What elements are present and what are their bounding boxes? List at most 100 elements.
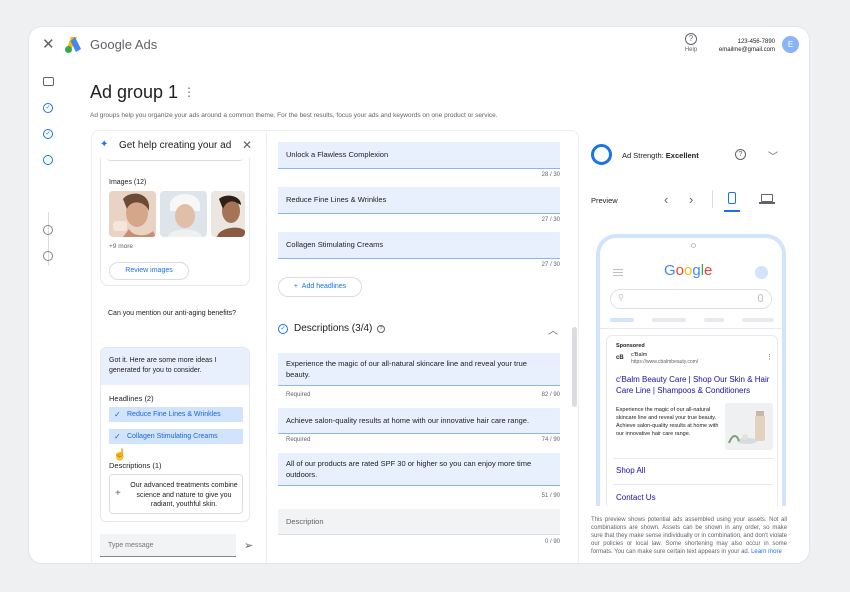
- rail-step-complete-2[interactable]: ✓: [43, 129, 55, 141]
- check-icon: ✓: [114, 410, 121, 419]
- more-vert-icon[interactable]: ⋮: [183, 85, 195, 99]
- ad-strength-ring: [591, 144, 612, 165]
- scrollbar[interactable]: [572, 327, 577, 407]
- google-logo-text: Google: [664, 262, 713, 279]
- rail-step-5[interactable]: [43, 251, 55, 263]
- rail-step-4[interactable]: [43, 225, 55, 237]
- brand-name: Google Ads: [90, 37, 158, 52]
- page-title: Ad group 1: [90, 82, 179, 102]
- chip-label: Reduce Fine Lines & Wrinkles: [127, 411, 221, 418]
- ad-strength-label: Ad Strength:: [622, 151, 664, 160]
- ad-strength-value: Excellent: [665, 151, 699, 160]
- add-headlines-button[interactable]: + Add headlines: [278, 277, 362, 297]
- camera-icon: [691, 243, 696, 248]
- avatar[interactable]: E: [782, 36, 799, 53]
- description-field[interactable]: Experience the magic of our all-natural …: [278, 353, 560, 386]
- send-icon[interactable]: ➢: [244, 539, 253, 552]
- ad-headline-link[interactable]: c'Balm Beauty Care | Shop Our Skin & Hai…: [616, 374, 776, 396]
- required-label: Required: [286, 392, 311, 398]
- ad-preview-card: Sponsored cB c'Balm https://www.cbalmbea…: [606, 335, 778, 506]
- add-headlines-label: Add headlines: [301, 283, 347, 290]
- search-icon: ⚲: [618, 293, 624, 302]
- char-counter: 0 / 90: [544, 539, 560, 545]
- image-thumbnail[interactable]: [109, 191, 156, 237]
- headline-field[interactable]: Collagen Stimulating Creams: [278, 232, 560, 259]
- google-logo: Google: [664, 262, 712, 279]
- rail-campaign-icon[interactable]: [43, 77, 55, 89]
- descriptions-title: Descriptions (3/4): [294, 323, 373, 334]
- suggested-headlines-label: Headlines (2): [109, 394, 154, 403]
- phone-mockup: Google ⚲ Sponsored cB c'Balm https://www…: [596, 234, 786, 506]
- message-input[interactable]: [100, 534, 236, 557]
- more-vert-icon[interactable]: ⋮: [766, 353, 773, 361]
- help-icon[interactable]: ?: [377, 325, 385, 333]
- description-field-empty[interactable]: Description: [278, 509, 560, 535]
- chevron-left-icon[interactable]: ‹: [664, 192, 668, 207]
- help-icon[interactable]: ?: [735, 149, 746, 160]
- char-counter: 28 / 30: [541, 172, 560, 178]
- sitelink[interactable]: Contact Us: [616, 493, 656, 502]
- sitelink[interactable]: Shop All: [616, 466, 645, 475]
- char-counter: 74 / 90: [541, 437, 560, 443]
- headline-field[interactable]: Reduce Fine Lines & Wrinkles: [278, 187, 560, 214]
- image-thumbnail[interactable]: [160, 191, 207, 237]
- pointer-cursor-icon: ☝: [113, 449, 127, 461]
- search-tabs: [610, 318, 774, 324]
- menu-icon: [613, 269, 623, 276]
- assistant-panel: ✦ Get help creating your ad ✕ Images (12…: [100, 131, 262, 563]
- sponsored-label: Sponsored: [616, 343, 645, 349]
- assistant-reply-card: Got it. Here are some more ideas I gener…: [100, 347, 250, 522]
- rail-step-complete-1[interactable]: ✓: [43, 103, 55, 115]
- user-message: Can you mention our anti-aging benefits?: [108, 310, 237, 317]
- card-top-edge: [107, 158, 243, 161]
- ad-preview-panel: Ad Strength: Excellent ? ﹀ Preview ‹ › G…: [591, 130, 801, 563]
- char-counter: 51 / 90: [541, 493, 560, 499]
- suggested-descriptions-label: Descriptions (1): [109, 461, 162, 470]
- required-label: Required: [286, 437, 311, 443]
- preview-disclaimer: This preview shows potential ads assembl…: [591, 516, 787, 556]
- panel-divider: [266, 131, 267, 563]
- learn-more-link[interactable]: Learn more: [751, 549, 782, 555]
- close-icon[interactable]: ✕: [42, 37, 55, 53]
- tab-placeholder: [652, 318, 686, 322]
- headline-field[interactable]: Unlock a Flawless Complexion: [278, 142, 560, 169]
- google-ads-logo-icon: [65, 37, 81, 53]
- suggested-headline-chip[interactable]: ✓ Reduce Fine Lines & Wrinkles: [109, 407, 243, 422]
- ad-description: Experience the magic of our all-natural …: [616, 407, 719, 437]
- description-field[interactable]: Achieve salon-quality results at home wi…: [278, 408, 560, 434]
- ad-editor-card: ✦ Get help creating your ad ✕ Images (12…: [91, 130, 579, 563]
- desktop-icon[interactable]: [761, 194, 773, 202]
- tab-placeholder: [742, 318, 774, 322]
- preview-label: Preview: [591, 196, 618, 205]
- tab-placeholder: [610, 318, 634, 322]
- chevron-right-icon[interactable]: ›: [689, 192, 693, 207]
- review-images-button[interactable]: Review images: [109, 262, 189, 280]
- account-email: emailme@gmail.com: [718, 47, 775, 53]
- description-field[interactable]: All of our products are rated SPF 30 or …: [278, 453, 560, 486]
- suggested-headline-chip[interactable]: ✓ Collagen Stimulating Creams: [109, 429, 243, 444]
- image-thumbnail[interactable]: [211, 191, 245, 237]
- char-counter: 82 / 90: [541, 392, 560, 398]
- chevron-up-icon[interactable]: ︿: [548, 322, 558, 337]
- chevron-down-icon[interactable]: ﹀: [768, 148, 778, 163]
- favicon-icon: cB: [616, 355, 624, 361]
- assistant-title: Get help creating your ad: [119, 140, 232, 151]
- site-url: https://www.cbalmbeauty.com/: [631, 359, 699, 365]
- assistant-header: ✦ Get help creating your ad ✕: [100, 138, 262, 154]
- divider: [613, 458, 773, 459]
- check-icon: ✓: [114, 432, 121, 441]
- descriptions-section-header[interactable]: ✓ Descriptions (3/4) ? ︿: [278, 323, 560, 339]
- suggested-description[interactable]: + Our advanced treatments combine scienc…: [109, 474, 243, 514]
- help-button[interactable]: ? Help: [680, 33, 702, 53]
- close-icon[interactable]: ✕: [242, 138, 252, 152]
- help-icon: ?: [685, 33, 697, 45]
- more-images-label: +9 more: [109, 243, 134, 250]
- top-bar: ✕ Google Ads ? Help 123-456-7890 emailme…: [29, 27, 809, 65]
- account-info[interactable]: 123-456-7890 emailme@gmail.com: [719, 38, 775, 54]
- app-window: ✕ Google Ads ? Help 123-456-7890 emailme…: [28, 26, 810, 564]
- check-circle-icon: ✓: [278, 324, 288, 334]
- rail-step-current[interactable]: [43, 155, 55, 167]
- suggested-description-text: Our advanced treatments combine science …: [130, 482, 238, 508]
- char-counter: 27 / 30: [541, 217, 560, 223]
- mobile-icon[interactable]: [728, 192, 736, 204]
